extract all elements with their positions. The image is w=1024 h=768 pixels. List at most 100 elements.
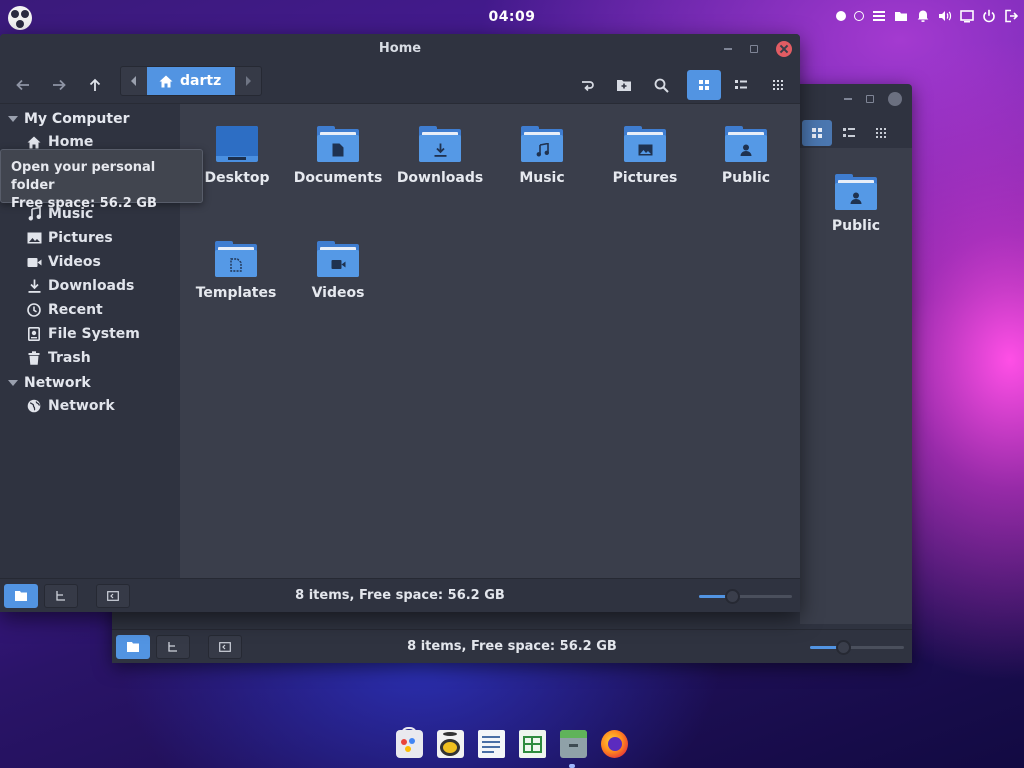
text-document-icon[interactable] [478,730,505,758]
zoom-slider[interactable] [810,640,904,655]
tooltip-line: Open your personal folder [11,160,156,193]
music-player-icon[interactable] [437,730,464,758]
breadcrumb-home-crumb[interactable]: dartz [147,67,236,95]
zoom-handle[interactable] [724,589,740,604]
sidebar-item-label: Network [48,398,115,414]
public-folder-icon [835,174,877,210]
folder-icon[interactable] [894,9,908,23]
minimize-icon[interactable] [724,48,732,50]
sidebar-item-network[interactable]: Network [26,396,115,416]
file-name: Public [831,218,881,234]
dock-running-indicator [569,764,575,768]
icon-view-icon[interactable] [687,70,721,100]
sidebar-item-label: Home [48,134,94,150]
back-arrow-icon[interactable] [8,70,38,100]
sidebar-section-label: Network [24,375,91,391]
software-store-icon[interactable] [396,727,423,758]
dock [396,727,628,758]
expand-caret-icon [8,380,18,386]
file-item-music[interactable]: Music [492,126,592,186]
public-folder-icon [725,126,767,162]
file-manager-window[interactable]: Home dartz My Computer Home Music Pictur… [0,34,800,612]
file-item-videos[interactable]: Videos [288,241,388,301]
search-icon[interactable] [644,70,678,100]
background-file-item[interactable]: Public [806,174,906,234]
forward-arrow-icon[interactable] [44,70,74,100]
file-item-documents[interactable]: Documents [288,126,388,186]
workspace-1-icon[interactable] [836,11,846,21]
new-folder-icon[interactable] [607,70,641,100]
list-view-icon[interactable] [724,70,758,100]
background-view-toggles [802,120,896,146]
downloads-folder-icon [419,126,461,162]
breadcrumb-right-icon[interactable] [235,67,261,95]
window-title: Home [378,41,422,56]
maximize-icon[interactable] [866,95,874,103]
sidebar-item-file-system[interactable]: File System [26,324,140,344]
titlebar[interactable]: Home [0,34,800,64]
globe-icon [26,398,42,414]
up-arrow-icon[interactable] [80,70,110,100]
zoom-handle[interactable] [835,640,851,655]
breadcrumb-label: dartz [180,73,222,89]
breadcrumb: dartz [120,66,263,96]
drive-icon [26,326,42,342]
sidebar-section-network[interactable]: Network [8,375,91,391]
file-name: Public [721,170,771,186]
list-view-icon[interactable] [834,120,864,146]
sidebar-item-label: Downloads [48,278,135,294]
breadcrumb-left-icon[interactable] [121,67,147,95]
compact-view-icon[interactable] [761,70,795,100]
background-status-bar: 8 items, Free space: 56.2 GB [112,629,912,663]
display-icon[interactable] [960,9,974,23]
sidebar-item-label: Recent [48,302,103,318]
file-item-templates[interactable]: Templates [186,241,286,301]
sidebar-item-label: Trash [48,350,91,366]
top-panel: 04:09 [0,0,1024,34]
file-item-public[interactable]: Public [696,126,796,186]
pictures-folder-icon [624,126,666,162]
background-window-controls [844,92,902,106]
file-name: Pictures [612,170,678,186]
sidebar-item-trash[interactable]: Trash [26,348,91,368]
volume-icon[interactable] [938,9,952,23]
file-name: Downloads [396,170,484,186]
close-icon[interactable] [776,41,792,57]
workspace-2-icon[interactable] [854,11,864,21]
close-icon[interactable] [888,92,902,106]
system-tray [836,9,1018,23]
compact-view-icon[interactable] [866,120,896,146]
logout-icon[interactable] [1004,9,1018,23]
archive-manager-icon[interactable] [560,730,587,758]
trash-icon [26,350,42,366]
file-item-pictures[interactable]: Pictures [595,126,695,186]
documents-folder-icon [317,126,359,162]
file-name: Music [519,170,565,186]
expand-caret-icon [8,116,18,122]
background-file-area: Public [800,148,912,624]
sidebar-item-label: Pictures [48,230,113,246]
power-icon[interactable] [982,9,996,23]
bell-icon[interactable] [916,9,930,23]
zoom-slider[interactable] [699,589,792,604]
menu-icon[interactable] [872,9,886,23]
videos-folder-icon [317,241,359,277]
file-item-downloads[interactable]: Downloads [390,126,490,186]
minimize-icon[interactable] [844,98,852,100]
file-name: Documents [293,170,383,186]
firefox-icon[interactable] [601,730,628,758]
spreadsheet-icon[interactable] [519,730,546,758]
sidebar-item-recent[interactable]: Recent [26,300,103,320]
pictures-icon [26,230,42,246]
sidebar-item-downloads[interactable]: Downloads [26,276,134,296]
icon-view-icon[interactable] [802,120,832,146]
maximize-icon[interactable] [750,45,758,53]
sidebar-item-label: Videos [48,254,101,270]
open-terminal-icon[interactable] [570,70,604,100]
sidebar-item-label: File System [48,326,140,342]
sidebar-section-my-computer[interactable]: My Computer [8,111,130,127]
sidebar-item-videos[interactable]: Videos [26,252,101,272]
sidebar-section-label: My Computer [24,111,130,127]
status-text: 8 items, Free space: 56.2 GB [295,588,505,603]
sidebar-item-pictures[interactable]: Pictures [26,228,113,248]
